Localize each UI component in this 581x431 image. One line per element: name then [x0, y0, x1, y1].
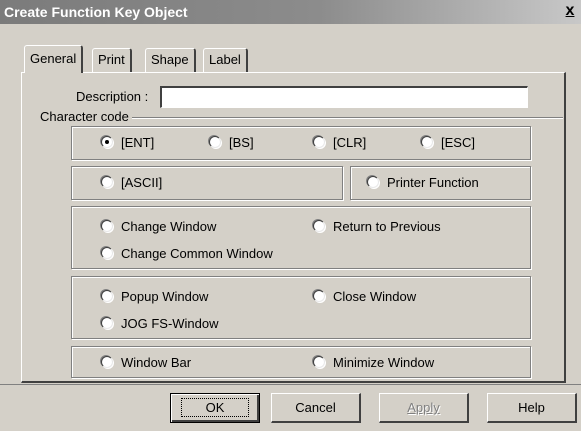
radio-icon	[101, 290, 113, 302]
description-label: Description :	[76, 89, 149, 104]
radio-icon	[101, 176, 113, 188]
radio-jog-fs-window-label: JOG FS-Window	[121, 316, 219, 331]
radio-return-to-previous-label: Return to Previous	[333, 219, 441, 234]
apply-button-label: Apply	[407, 400, 440, 415]
radio-ascii-label: [ASCII]	[121, 175, 163, 190]
radio-ascii[interactable]: [ASCII]	[101, 174, 162, 192]
radio-icon	[101, 247, 113, 259]
radio-ent-label: [ENT]	[121, 135, 155, 150]
divider	[0, 384, 581, 385]
radio-printer-function-label: Printer Function	[387, 175, 479, 190]
tab-label[interactable]: Label	[203, 48, 248, 72]
radio-icon	[101, 356, 113, 368]
tab-general[interactable]: General	[24, 45, 84, 73]
radio-esc[interactable]: [ESC]	[421, 134, 475, 152]
radio-ent[interactable]: [ENT]	[101, 134, 154, 152]
radio-minimize-window[interactable]: Minimize Window	[313, 354, 434, 372]
help-button[interactable]: Help	[487, 393, 577, 423]
radio-icon	[313, 136, 325, 148]
tab-print[interactable]: Print	[92, 48, 132, 72]
tab-general-label: General	[30, 51, 77, 66]
radio-clr-label: [CLR]	[333, 135, 367, 150]
radio-icon	[313, 220, 325, 232]
radio-change-window-label: Change Window	[121, 219, 217, 234]
description-input[interactable]	[160, 86, 528, 108]
tab-print-label: Print	[98, 52, 125, 67]
radio-icon	[421, 136, 433, 148]
radio-popup-window-label: Popup Window	[121, 289, 209, 304]
radio-printer-function[interactable]: Printer Function	[367, 174, 479, 192]
title-bar: Create Function Key Object x	[0, 0, 581, 24]
radio-bs-label: [BS]	[229, 135, 254, 150]
radio-change-window[interactable]: Change Window	[101, 218, 216, 236]
cancel-button-label: Cancel	[295, 400, 336, 415]
tab-shape[interactable]: Shape	[145, 48, 196, 72]
tab-shape-label: Shape	[151, 52, 189, 67]
radio-minimize-window-label: Minimize Window	[333, 355, 435, 370]
close-icon[interactable]: x	[561, 2, 579, 21]
radio-change-common-window-label: Change Common Window	[121, 246, 273, 261]
radio-selected-icon	[101, 136, 113, 148]
radio-icon	[367, 176, 379, 188]
radio-icon	[101, 317, 113, 329]
radio-icon	[313, 290, 325, 302]
radio-bs[interactable]: [BS]	[209, 134, 254, 152]
radio-close-window-label: Close Window	[333, 289, 417, 304]
radio-window-bar[interactable]: Window Bar	[101, 354, 191, 372]
radio-icon	[101, 220, 113, 232]
radio-clr[interactable]: [CLR]	[313, 134, 366, 152]
window-title: Create Function Key Object	[4, 4, 188, 20]
radio-change-common-window[interactable]: Change Common Window	[101, 245, 273, 263]
radio-esc-label: [ESC]	[441, 135, 475, 150]
character-code-label: Character code	[40, 109, 132, 124]
tab-label-label: Label	[209, 52, 241, 67]
cancel-button[interactable]: Cancel	[271, 393, 361, 423]
ok-button-label: OK	[180, 398, 250, 417]
radio-window-bar-label: Window Bar	[121, 355, 192, 370]
radio-popup-window[interactable]: Popup Window	[101, 288, 208, 306]
apply-button: Apply	[379, 393, 469, 423]
radio-icon	[209, 136, 221, 148]
radio-close-window[interactable]: Close Window	[313, 288, 416, 306]
radio-icon	[313, 356, 325, 368]
radio-return-to-previous[interactable]: Return to Previous	[313, 218, 441, 236]
help-button-label: Help	[518, 400, 545, 415]
radio-jog-fs-window[interactable]: JOG FS-Window	[101, 315, 219, 333]
ok-button[interactable]: OK	[170, 393, 260, 423]
